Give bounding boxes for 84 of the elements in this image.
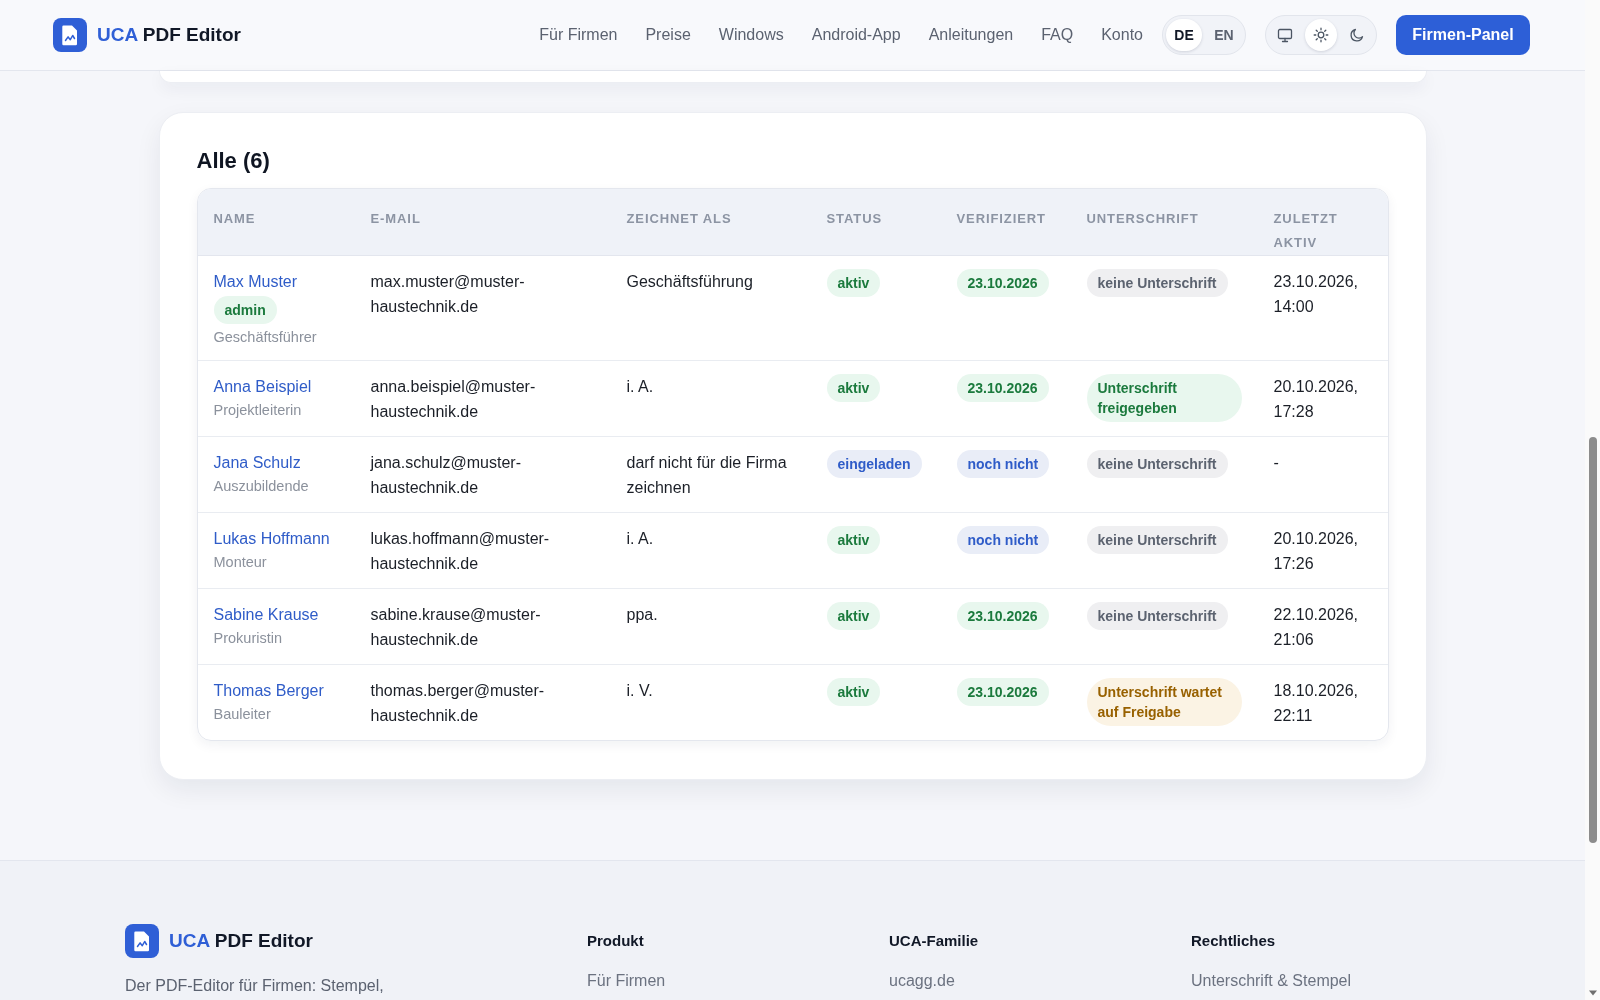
scrollbar-thumb[interactable] (1588, 437, 1597, 843)
footer-description: Der PDF-Editor für Firmen: Stempel, (125, 976, 385, 996)
verified-badge: 23.10.2026 (956, 678, 1049, 706)
table-cell-text: 23.10.2026, 14:00 (1273, 272, 1360, 317)
signature-badge: Unterschrift freigegeben (1086, 374, 1242, 422)
nav-link[interactable]: Anleitungen (928, 23, 1014, 47)
member-position: Projektleiterin (213, 401, 303, 420)
nav-link[interactable]: Für Firmen (539, 23, 618, 47)
status-badge: aktiv (826, 602, 881, 630)
brand-name: UCA PDF Editor (97, 22, 241, 47)
footer-link[interactable]: ucagg.de (889, 969, 955, 993)
table-cell-text: i. V. (626, 681, 654, 701)
table-cell-text: - (1273, 453, 1280, 473)
table-cell-text: Geschäftsführung (626, 272, 754, 292)
member-name-link[interactable]: Lukas Hoffmann (213, 530, 330, 547)
member-name-link[interactable]: Max Muster (213, 273, 298, 290)
column-header: VERIFIZIERT (956, 211, 1046, 226)
brand-name: UCA PDF Editor (169, 928, 313, 953)
table-cell-text: 20.10.2026, 17:28 (1273, 377, 1360, 422)
table-cell-text: thomas.berger@muster-haustechnik.de (370, 681, 546, 726)
table-cell-text: jana.schulz@muster-haustechnik.de (370, 453, 522, 498)
member-position: Bauleiter (213, 705, 272, 724)
table-cell-text: 20.10.2026, 17:26 (1273, 529, 1360, 574)
verified-badge: noch nicht (956, 526, 1050, 554)
footer-link[interactable]: Unterschrift & Stempel (1191, 969, 1352, 993)
monitor-icon (1277, 27, 1293, 43)
table-cell-text: lukas.hoffmann@muster-haustechnik.de (370, 529, 551, 574)
table-cell-text: anna.beispiel@muster-haustechnik.de (370, 377, 537, 422)
sun-icon (1313, 27, 1329, 43)
nav-link[interactable]: Konto (1101, 23, 1143, 47)
signature-badge: keine Unterschrift (1086, 269, 1228, 297)
table-cell-text: i. A. (626, 529, 655, 549)
member-name-link[interactable]: Jana Schulz (213, 454, 301, 471)
document-logo-icon (125, 924, 159, 958)
verified-badge: 23.10.2026 (956, 374, 1049, 402)
nav-link[interactable]: Android-App (811, 23, 901, 47)
table-cell-text: max.muster@muster-haustechnik.de (370, 272, 526, 317)
status-badge: aktiv (826, 678, 881, 706)
footer-link[interactable]: Für Firmen (587, 969, 666, 993)
status-badge: aktiv (826, 526, 881, 554)
member-name-link[interactable]: Thomas Berger (213, 682, 324, 699)
table-cell-text: darf nicht für die Firma zeichnen (626, 453, 788, 498)
status-badge: aktiv (826, 374, 881, 402)
table-cell-text: ppa. (626, 605, 659, 625)
member-position: Monteur (213, 553, 268, 572)
table-cell-text: 18.10.2026, 22:11 (1273, 681, 1360, 726)
column-header: UNTERSCHRIFT (1086, 211, 1199, 226)
table-cell-text: sabine.krause@muster-haustechnik.de (370, 605, 542, 650)
document-logo-icon (53, 18, 87, 52)
signature-badge: Unterschrift wartet auf Freigabe (1086, 678, 1242, 726)
panel-button[interactable]: Firmen-Panel (1396, 15, 1530, 55)
signature-badge: keine Unterschrift (1086, 526, 1228, 554)
member-name-link[interactable]: Anna Beispiel (213, 378, 312, 395)
signature-badge: keine Unterschrift (1086, 602, 1228, 630)
table-cell-text: 22.10.2026, 21:06 (1273, 605, 1360, 650)
member-position: Geschäftsführer (213, 328, 318, 347)
status-badge: aktiv (826, 269, 881, 297)
column-header: NAME (213, 211, 256, 226)
theme-button[interactable] (1305, 19, 1337, 51)
column-header: ZEICHNET ALS (626, 211, 732, 226)
verified-badge: noch nicht (956, 450, 1050, 478)
moon-icon (1349, 27, 1365, 43)
member-position: Prokuristin (213, 629, 283, 648)
footer-heading: Rechtliches (1191, 931, 1277, 951)
column-header: E-MAIL (370, 211, 421, 226)
verified-badge: 23.10.2026 (956, 602, 1049, 630)
status-badge: eingeladen (826, 450, 922, 478)
signature-badge: keine Unterschrift (1086, 450, 1228, 478)
nav-link[interactable]: Windows (718, 23, 784, 47)
footer-heading: UCA-Familie (889, 931, 980, 951)
column-header: ZULETZT AKTIV (1273, 211, 1338, 250)
member-name-link[interactable]: Sabine Krause (213, 606, 319, 623)
nav-link[interactable]: FAQ (1041, 23, 1074, 47)
footer-heading: Produkt (587, 931, 645, 951)
verified-badge: 23.10.2026 (956, 269, 1049, 297)
card-title: Alle (6) (196, 147, 271, 175)
scroll-down-arrow-icon[interactable] (1587, 989, 1598, 996)
column-header: STATUS (826, 211, 883, 226)
language-tab[interactable]: DE (1166, 19, 1202, 51)
role-badge: admin (213, 296, 277, 324)
table-cell-text: i. A. (626, 377, 655, 397)
member-position: Auszubildende (213, 477, 310, 496)
nav-link[interactable]: Preise (645, 23, 691, 47)
language-tab[interactable]: EN (1206, 19, 1242, 51)
